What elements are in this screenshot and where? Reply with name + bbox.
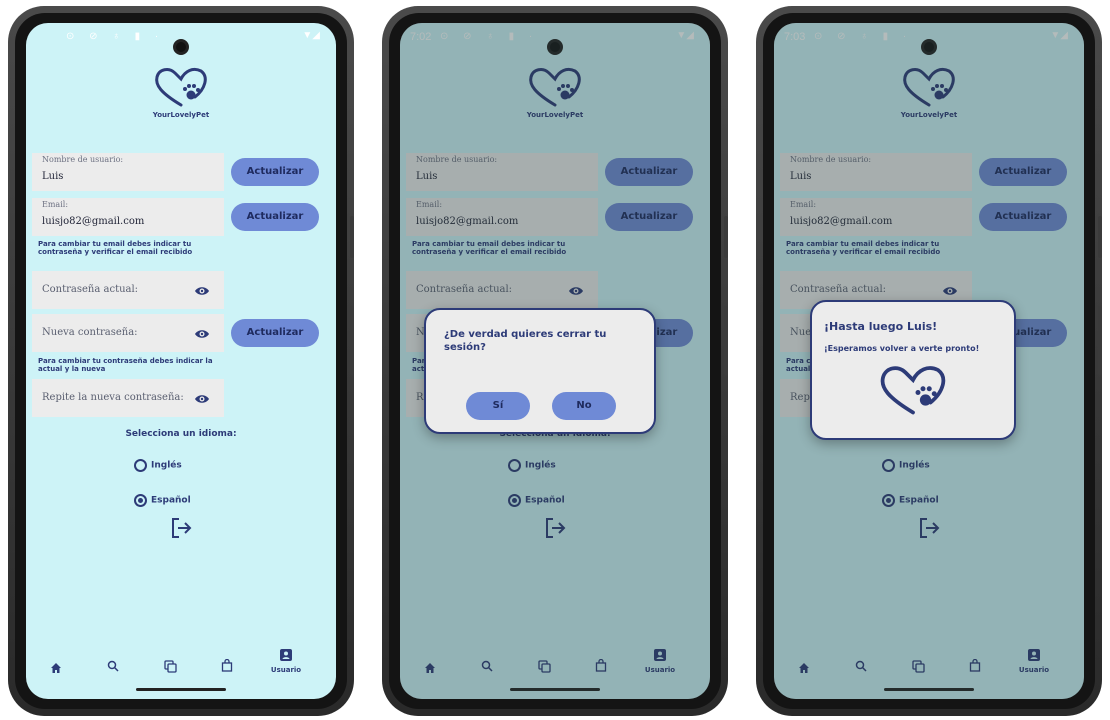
repeat-password-placeholder: Repite la nueva contraseña: xyxy=(42,392,184,403)
goodbye-screen: 7:03 ⊙ ⊘ ♁ ▮ · ▼◢ YourLovelyPet Nombre d… xyxy=(774,23,1084,699)
current-password-field[interactable]: Contraseña actual: xyxy=(32,271,224,309)
username-label: Nombre de usuario: xyxy=(42,155,124,164)
shopping-bag-icon xyxy=(221,658,233,672)
nav-search[interactable] xyxy=(93,657,133,676)
logout-icon[interactable] xyxy=(170,517,192,543)
app-logo: YourLovelyPet xyxy=(26,65,336,119)
volume-button xyxy=(724,216,728,258)
gesture-bar[interactable] xyxy=(136,688,226,691)
user-icon xyxy=(280,649,292,661)
update-password-button[interactable]: Actualizar xyxy=(231,319,319,347)
language-option-label: Español xyxy=(151,495,191,506)
power-button xyxy=(350,306,354,376)
eye-icon[interactable] xyxy=(194,325,210,344)
nav-home[interactable] xyxy=(36,659,76,678)
goodbye-dialog: ¡Hasta luego Luis! ¡Esperamos volver a v… xyxy=(810,300,1016,440)
phone-frame-1: ⊙ ⊘ ♁ ▮ · ▼◢ YourLovelyPet Nombre de usu… xyxy=(8,6,354,716)
nav-user-label: Usuario xyxy=(270,666,302,674)
confirm-yes-button[interactable]: Sí xyxy=(466,392,530,420)
update-username-button[interactable]: Actualizar xyxy=(231,158,319,186)
volume-button xyxy=(1098,216,1102,258)
password-hint: Para cambiar tu contraseña debes indicar… xyxy=(38,357,213,373)
confirm-no-button[interactable]: No xyxy=(552,392,616,420)
front-camera xyxy=(173,39,189,55)
email-hint: Para cambiar tu email debes indicar tu c… xyxy=(38,240,193,256)
status-icons: ⊙ ⊘ ♁ ▮ · xyxy=(66,31,165,42)
logout-question: ¿De verdad quieres cerrar tu sesión? xyxy=(444,329,607,353)
update-email-button[interactable]: Actualizar xyxy=(231,203,319,231)
language-option-english[interactable]: Inglés xyxy=(134,459,182,472)
search-icon xyxy=(107,660,119,672)
nav-user[interactable]: Usuario xyxy=(266,647,306,674)
brand-name: YourLovelyPet xyxy=(152,111,210,119)
username-field[interactable]: Nombre de usuario: Luis xyxy=(32,153,224,191)
repeat-password-field[interactable]: Repite la nueva contraseña: xyxy=(32,379,224,417)
eye-icon[interactable] xyxy=(194,390,210,409)
bottom-navigation: Usuario xyxy=(26,639,336,699)
email-field[interactable]: Email: luisjo82@gmail.com xyxy=(32,198,224,236)
power-button xyxy=(1098,306,1102,376)
radio-checked-icon[interactable] xyxy=(134,494,147,507)
email-label: Email: xyxy=(42,200,69,209)
nav-copy[interactable] xyxy=(150,658,190,677)
heart-paw-icon xyxy=(155,67,207,107)
new-password-placeholder: Nueva contraseña: xyxy=(42,327,138,338)
eye-icon[interactable] xyxy=(194,282,210,301)
volume-button xyxy=(350,216,354,258)
email-value: luisjo82@gmail.com xyxy=(42,216,145,227)
language-option-spanish[interactable]: Español xyxy=(134,494,191,507)
language-title: Selecciona un idioma: xyxy=(125,429,237,439)
logout-confirm-screen: 7:02 ⊙ ⊘ ♁ ▮ · ▼◢ YourLovelyPet Nombre d… xyxy=(400,23,710,699)
radio-unchecked-icon[interactable] xyxy=(134,459,147,472)
username-value: Luis xyxy=(42,171,64,182)
nav-shop[interactable] xyxy=(207,657,247,676)
profile-screen: ⊙ ⊘ ♁ ▮ · ▼◢ YourLovelyPet Nombre de usu… xyxy=(26,23,336,699)
current-password-placeholder: Contraseña actual: xyxy=(42,284,139,295)
goodbye-title: ¡Hasta luego Luis! xyxy=(824,320,938,333)
goodbye-message: ¡Esperamos volver a verte pronto! xyxy=(824,344,980,353)
power-button xyxy=(724,306,728,376)
language-option-label: Inglés xyxy=(151,460,182,471)
copy-icon xyxy=(163,660,177,673)
new-password-field[interactable]: Nueva contraseña: xyxy=(32,314,224,352)
heart-paw-icon xyxy=(878,362,948,422)
phone-frame-3: 7:03 ⊙ ⊘ ♁ ▮ · ▼◢ YourLovelyPet Nombre d… xyxy=(756,6,1102,716)
logout-dialog: ¿De verdad quieres cerrar tu sesión? Sí … xyxy=(424,308,656,434)
home-icon xyxy=(51,663,61,673)
phone-frame-2: 7:02 ⊙ ⊘ ♁ ▮ · ▼◢ YourLovelyPet Nombre d… xyxy=(382,6,728,716)
signal-icon: ▼◢ xyxy=(302,30,320,41)
